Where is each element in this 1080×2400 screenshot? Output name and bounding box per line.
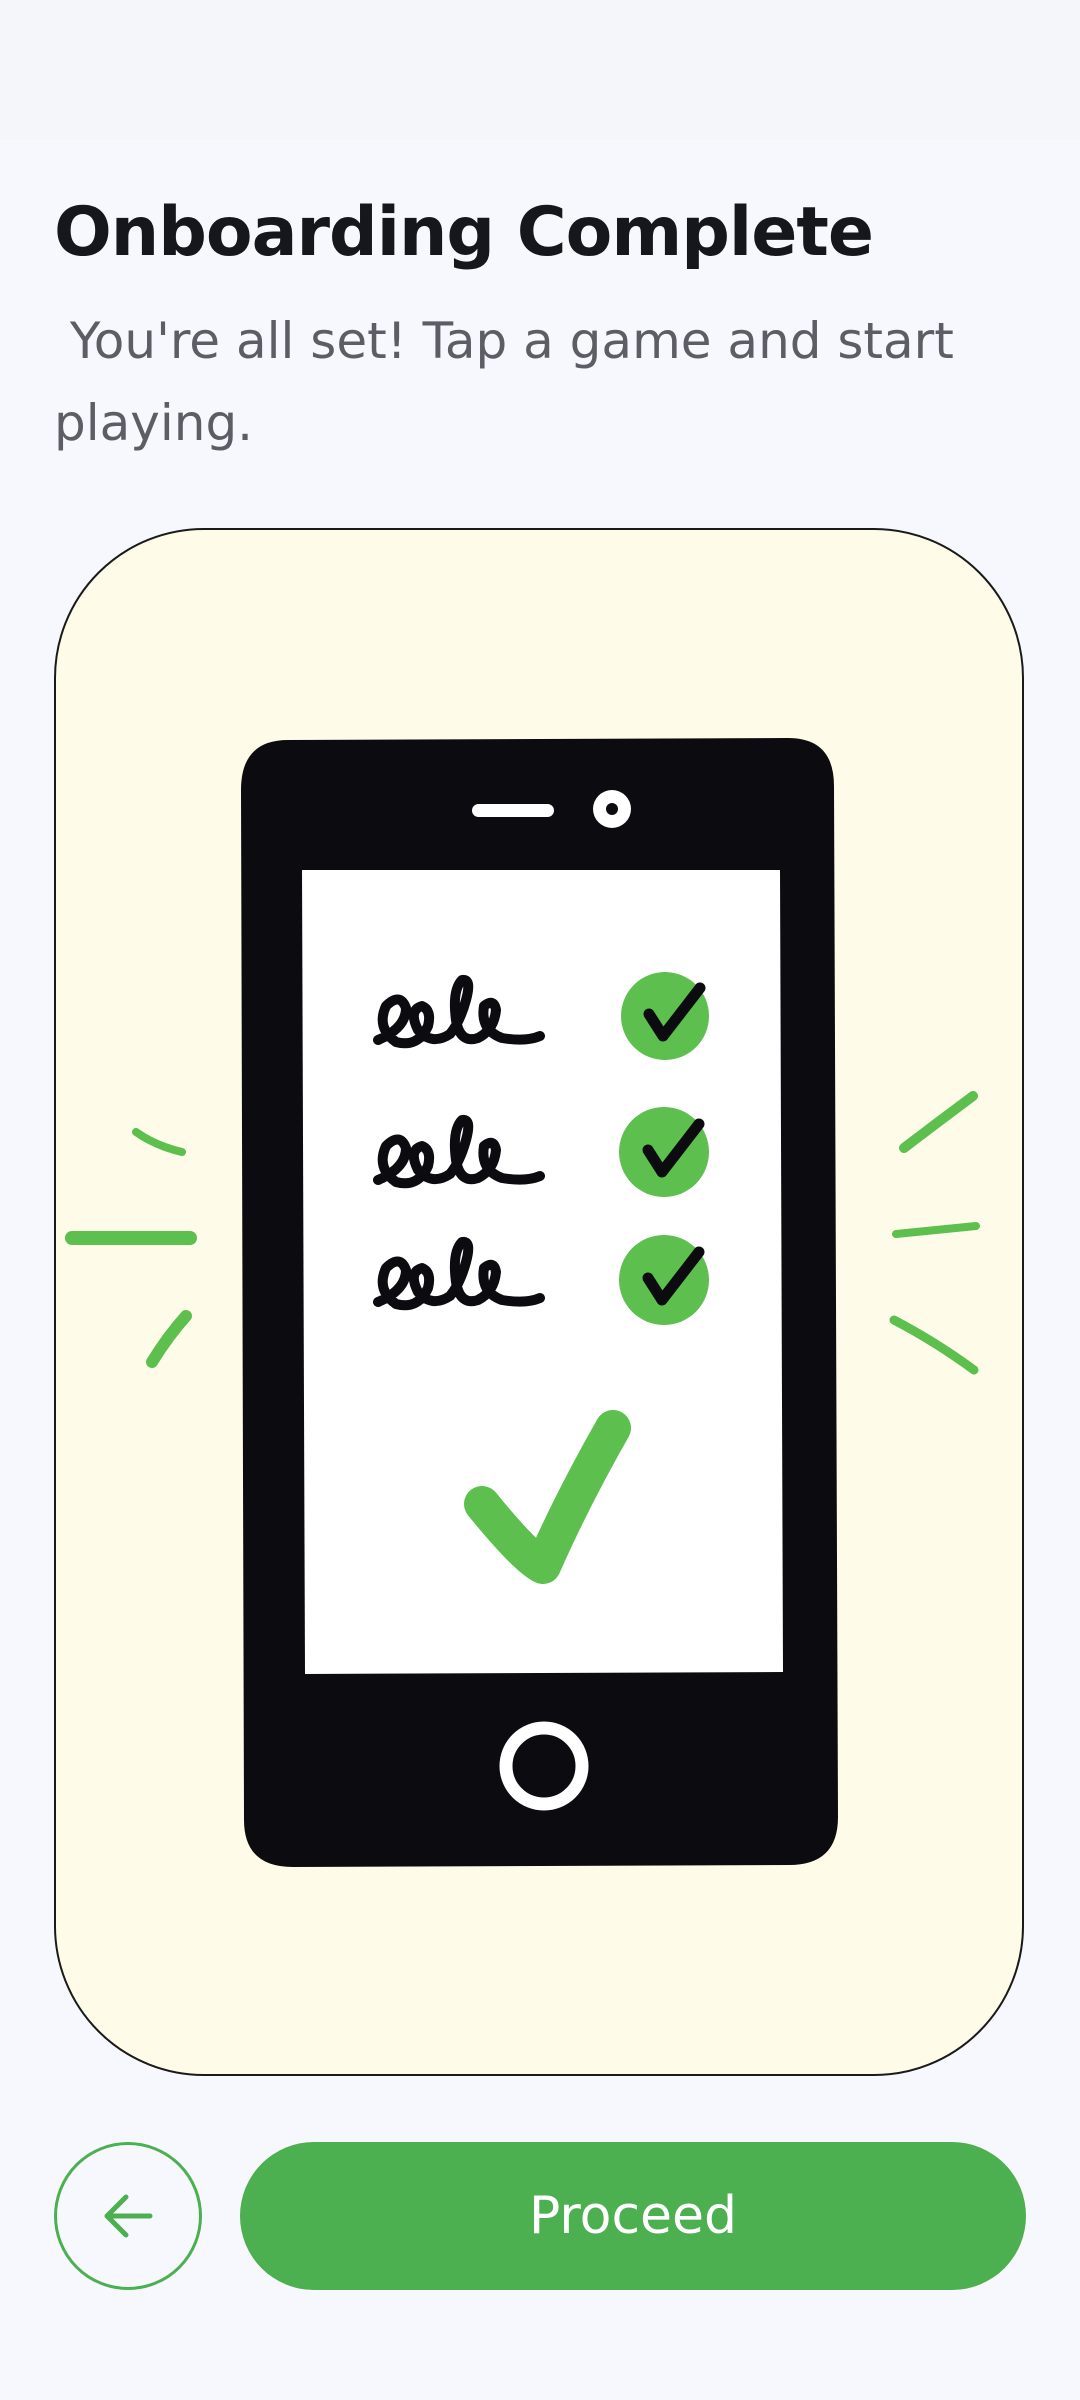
phone-checklist-illustration: [65, 738, 980, 1867]
burst-lines-left: [65, 1128, 197, 1368]
back-button[interactable]: [54, 2142, 202, 2290]
page-title: Onboarding Complete: [54, 193, 874, 272]
proceed-button[interactable]: Proceed: [240, 2142, 1026, 2290]
status-bar: [0, 0, 1080, 140]
illustration-card: [54, 528, 1024, 2076]
speaker-grille: [472, 804, 554, 817]
checklist-checkmarks: [619, 972, 709, 1325]
proceed-button-label: Proceed: [528, 2186, 738, 2246]
page-subtitle: You're all set! Tap a game and start pla…: [54, 312, 970, 452]
burst-lines-right: [889, 1091, 980, 1375]
phone-illustration: [241, 738, 838, 1867]
onboarding-complete-screen: Onboarding Complete You're all set! Tap …: [0, 0, 1080, 2400]
arrow-left-icon: [104, 2194, 153, 2238]
